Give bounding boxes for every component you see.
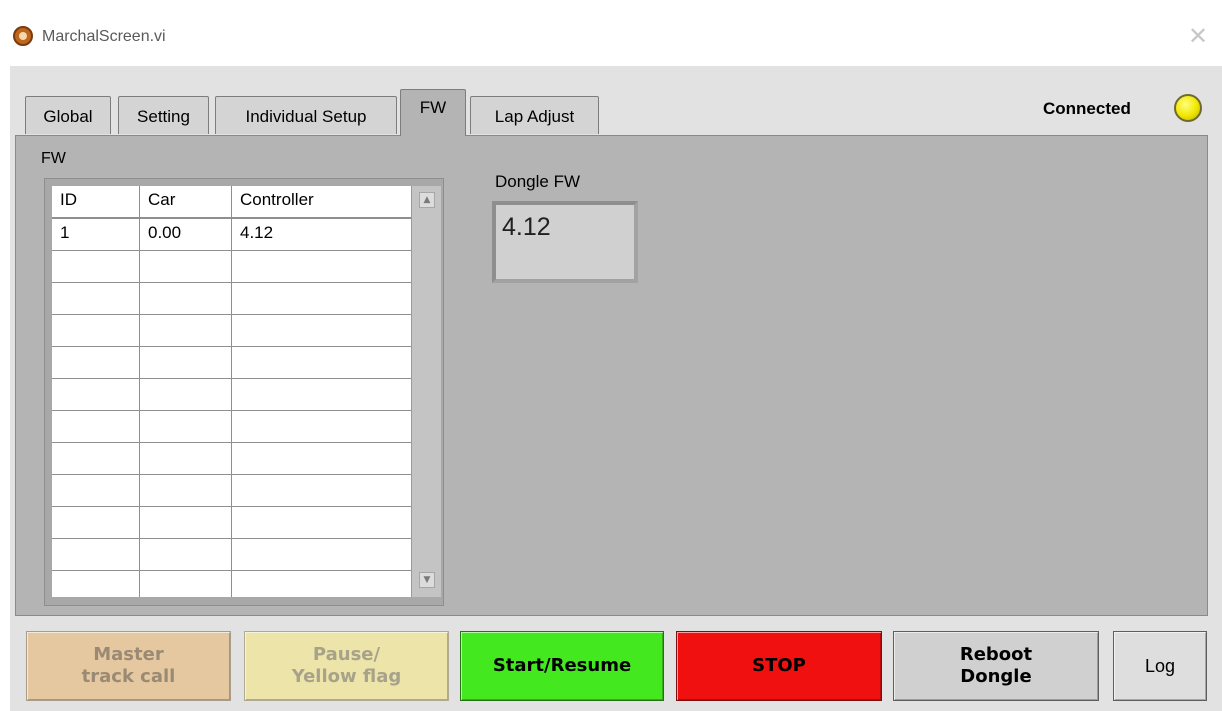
- dongle-fw-indicator: 4.12: [492, 201, 638, 283]
- table-scrollbar[interactable]: ▲ ▼: [411, 186, 441, 597]
- reboot-dongle-label: Reboot Dongle: [959, 643, 1033, 688]
- table-cell: [52, 411, 140, 443]
- table-cell: [52, 571, 140, 597]
- table-row[interactable]: [52, 507, 411, 539]
- tab-fw[interactable]: FW: [400, 89, 466, 136]
- table-row[interactable]: [52, 571, 411, 597]
- table-cell: [140, 283, 232, 315]
- table-row[interactable]: [52, 443, 411, 475]
- stop-button[interactable]: STOP: [676, 631, 882, 701]
- table-cell: [232, 507, 411, 539]
- pause-yellow-flag-button[interactable]: Pause/ Yellow flag: [244, 631, 449, 701]
- table-cell: [140, 251, 232, 283]
- scroll-up-arrow-icon[interactable]: ▲: [419, 192, 435, 208]
- table-cell: [140, 411, 232, 443]
- start-resume-label: Start/Resume: [492, 654, 632, 676]
- table-header-cell: Controller: [240, 190, 314, 209]
- tab-individual-setup[interactable]: Individual Setup: [215, 96, 397, 134]
- table-row[interactable]: [52, 347, 411, 379]
- table-cell: [140, 315, 232, 347]
- scroll-down-arrow-icon[interactable]: ▼: [419, 572, 435, 588]
- table-row[interactable]: [52, 475, 411, 507]
- table-cell: [232, 443, 411, 475]
- table-cell: [140, 443, 232, 475]
- table-cell: [232, 571, 411, 597]
- table-cell: [232, 539, 411, 571]
- connection-led-icon: [1174, 94, 1202, 122]
- connection-status-label: Connected: [1043, 99, 1131, 118]
- table-cell: [52, 283, 140, 315]
- table-cell: [232, 411, 411, 443]
- table-cell: [140, 475, 232, 507]
- table-cell: [52, 315, 140, 347]
- table-cell: [52, 507, 140, 539]
- table-cell: [232, 379, 411, 411]
- table-row[interactable]: [52, 283, 411, 315]
- table-row[interactable]: [52, 315, 411, 347]
- table-header-cell: ID: [52, 186, 140, 218]
- dongle-fw-label: Dongle FW: [495, 172, 581, 191]
- tab-setting[interactable]: Setting: [118, 96, 209, 134]
- pause-yellow-flag-label: Pause/ Yellow flag: [291, 643, 402, 688]
- fw-table-label: FW: [41, 150, 66, 167]
- table-cell: [232, 251, 411, 283]
- table-cell: [52, 539, 140, 571]
- dongle-fw-value: 4.12: [502, 213, 551, 241]
- tab-lap-adjust[interactable]: Lap Adjust: [470, 96, 599, 134]
- table-cell: [232, 283, 411, 315]
- table-cell: [52, 379, 140, 411]
- table-row[interactable]: [52, 539, 411, 571]
- fw-table[interactable]: ID Car Controller 1 0.00 4.12: [52, 186, 411, 597]
- reboot-dongle-button[interactable]: Reboot Dongle: [893, 631, 1099, 701]
- table-cell: [140, 379, 232, 411]
- start-resume-button[interactable]: Start/Resume: [460, 631, 664, 701]
- table-cell: [52, 443, 140, 475]
- table-cell: [232, 475, 411, 507]
- close-button[interactable]: ✕: [1188, 22, 1208, 50]
- table-row[interactable]: [52, 379, 411, 411]
- table-header-cell: Car: [140, 186, 232, 218]
- table-cell: 0.00: [140, 219, 232, 251]
- master-track-call-button[interactable]: Master track call: [26, 631, 231, 701]
- table-cell: 4.12: [240, 223, 274, 242]
- master-track-call-label: Master track call: [81, 643, 176, 688]
- table-cell: [140, 347, 232, 379]
- table-cell: [232, 315, 411, 347]
- table-cell: 1: [52, 219, 140, 251]
- log-label: Log: [1144, 655, 1176, 676]
- tab-global[interactable]: Global: [25, 96, 111, 134]
- table-header-row[interactable]: ID Car Controller: [52, 186, 411, 219]
- window-title: MarchalScreen.vi: [42, 28, 166, 45]
- table-cell: [232, 347, 411, 379]
- table-row[interactable]: [52, 251, 411, 283]
- table-cell: [140, 571, 232, 597]
- app-icon: [13, 26, 33, 46]
- table-cell: [52, 475, 140, 507]
- title-bar: MarchalScreen.vi ✕: [0, 0, 1222, 66]
- table-cell: [52, 251, 140, 283]
- table-cell: [52, 347, 140, 379]
- stop-label: STOP: [752, 654, 806, 676]
- table-row[interactable]: [52, 411, 411, 443]
- table-cell: [140, 507, 232, 539]
- log-button[interactable]: Log: [1113, 631, 1207, 701]
- table-cell: [140, 539, 232, 571]
- table-row[interactable]: 1 0.00 4.12: [52, 219, 411, 251]
